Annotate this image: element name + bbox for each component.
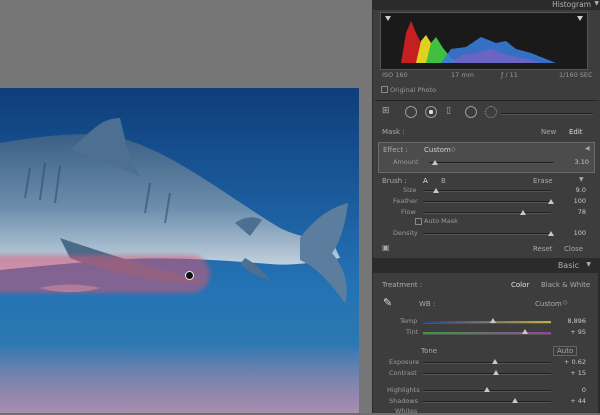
histogram[interactable] — [380, 12, 588, 70]
brush-erase[interactable]: Erase — [533, 177, 553, 185]
tool-strip: ⊞ ▯ — [373, 103, 600, 120]
temp-value[interactable]: 8,896 — [556, 317, 586, 325]
wb-dropdown-icon[interactable]: ◇ — [563, 299, 568, 306]
temp-slider-knob[interactable] — [490, 318, 497, 323]
treatment-label: Treatment : — [382, 281, 423, 289]
tint-slider[interactable] — [423, 332, 551, 335]
effect-box: Effect : Custom ◇ ◀ Amount 3.10 — [378, 142, 595, 173]
tone-label: Tone — [421, 347, 438, 355]
contrast-label: Contrast — [389, 369, 417, 377]
adjustment-brush-icon[interactable] — [485, 106, 497, 118]
shutter-readout: 1/160 SEC — [559, 71, 593, 79]
effect-preset[interactable]: Custom — [424, 146, 451, 154]
basic-title: Basic — [557, 261, 579, 270]
tint-label: Tint — [406, 328, 419, 336]
contrast-value[interactable]: + 15 — [556, 369, 586, 377]
highlights-slider-knob[interactable] — [484, 387, 490, 392]
density-value[interactable]: 100 — [556, 229, 586, 237]
shark-photo[interactable] — [0, 88, 359, 413]
shadows-value[interactable]: + 44 — [556, 397, 586, 405]
exposure-value[interactable]: + 0.62 — [556, 358, 586, 366]
brush-size-slider-knob[interactable] — [432, 188, 439, 193]
brush-flow-slider-knob[interactable] — [519, 210, 526, 215]
exposure-slider-knob[interactable] — [491, 359, 498, 364]
red-eye-icon[interactable] — [425, 106, 437, 118]
density-slider-knob[interactable] — [548, 231, 554, 236]
whites-label: Whites — [395, 407, 418, 415]
density-label: Density — [393, 229, 418, 237]
shadows-label: Shadows — [389, 397, 419, 405]
brush-mask-overlay[interactable] — [0, 255, 210, 293]
histogram-graph — [385, 16, 583, 63]
image-canvas[interactable] — [0, 0, 372, 413]
wb-value[interactable]: Custom — [535, 300, 562, 308]
mask-pin[interactable] — [185, 271, 194, 280]
focal-readout: 17 mm — [451, 71, 475, 79]
highlights-value[interactable]: 0 — [556, 386, 586, 394]
auto-tone-button[interactable]: Auto — [553, 346, 578, 356]
basic-collapse-icon[interactable]: ▼ — [586, 261, 591, 268]
density-slider[interactable] — [423, 233, 551, 235]
brush-feather-value[interactable]: 100 — [556, 197, 586, 205]
brush-feather-slider-knob[interactable] — [548, 199, 554, 204]
iso-readout: ISO 160 — [382, 71, 408, 79]
collapse-effect-icon[interactable]: ◀ — [585, 145, 590, 152]
wb-eyedropper-icon[interactable]: ✎ — [383, 296, 392, 309]
brush-flow-label: Flow — [401, 208, 416, 216]
histogram-title: Histogram — [552, 0, 591, 9]
tool-strip-slider[interactable] — [501, 113, 593, 115]
brush-tab-a[interactable]: A — [423, 177, 428, 185]
basic-header[interactable]: Basic ▼ — [373, 258, 600, 273]
exposure-label: Exposure — [389, 358, 420, 366]
brush-collapse-icon[interactable]: ▼ — [579, 176, 584, 183]
brush-feather-slider[interactable] — [423, 201, 551, 203]
temp-slider[interactable] — [423, 321, 551, 324]
brush-size-value[interactable]: 9.0 — [556, 186, 586, 194]
contrast-slider[interactable] — [423, 373, 551, 375]
crop-icon[interactable]: ⊞ — [382, 106, 390, 116]
mask-toggle-icon[interactable]: ▣ — [382, 243, 390, 252]
shadows-slider-knob[interactable] — [512, 398, 519, 403]
brush-feather-label: Feather — [393, 197, 418, 205]
develop-panel: Histogram ▼ ISO 160 17 mm ƒ / 11 1/160 S… — [372, 0, 600, 415]
amount-slider-knob[interactable] — [432, 160, 439, 165]
brush-flow-slider[interactable] — [423, 212, 551, 214]
aperture-readout: ƒ / 11 — [501, 71, 518, 79]
mask-new-button[interactable]: New — [541, 128, 556, 136]
tint-value[interactable]: + 95 — [556, 328, 586, 336]
reset-button[interactable]: Reset — [533, 245, 553, 253]
brush-size-slider[interactable] — [423, 190, 551, 192]
contrast-slider-knob[interactable] — [492, 370, 499, 375]
original-photo-label: Original Photo — [390, 86, 437, 94]
sea-floor — [0, 343, 359, 413]
brush-tab-b[interactable]: B — [441, 177, 446, 185]
amount-slider[interactable] — [429, 162, 554, 164]
brush-label: Brush : — [382, 177, 407, 185]
original-photo-checkbox[interactable] — [381, 86, 388, 93]
preset-dropdown-icon[interactable]: ◇ — [451, 146, 456, 153]
wb-label: WB : — [419, 300, 436, 308]
histogram-header[interactable]: Histogram ▼ — [373, 0, 600, 10]
shadows-slider[interactable] — [423, 401, 551, 403]
auto-mask-label: Auto Mask — [424, 217, 458, 225]
brush-flow-value[interactable]: 78 — [556, 208, 586, 216]
highlights-label: Highlights — [387, 386, 420, 394]
amount-value[interactable]: 3.10 — [559, 158, 589, 166]
collapse-triangle-icon[interactable]: ▼ — [594, 0, 599, 7]
treatment-color[interactable]: Color — [511, 281, 529, 289]
mask-edit-button[interactable]: Edit — [569, 128, 583, 136]
auto-mask-checkbox[interactable] — [415, 218, 422, 225]
brush-size-label: Size — [403, 186, 417, 194]
radial-filter-icon[interactable] — [465, 106, 477, 118]
exposure-slider[interactable] — [423, 362, 551, 364]
spot-removal-icon[interactable] — [405, 106, 417, 118]
mask-label: Mask : — [382, 128, 405, 136]
effect-label: Effect : — [383, 146, 408, 154]
amount-label: Amount — [393, 158, 419, 166]
graduated-filter-icon[interactable]: ▯ — [446, 106, 451, 116]
treatment-bw[interactable]: Black & White — [541, 281, 590, 289]
temp-label: Temp — [400, 317, 418, 325]
tint-slider-knob[interactable] — [522, 329, 529, 334]
close-button[interactable]: Close — [564, 245, 583, 253]
